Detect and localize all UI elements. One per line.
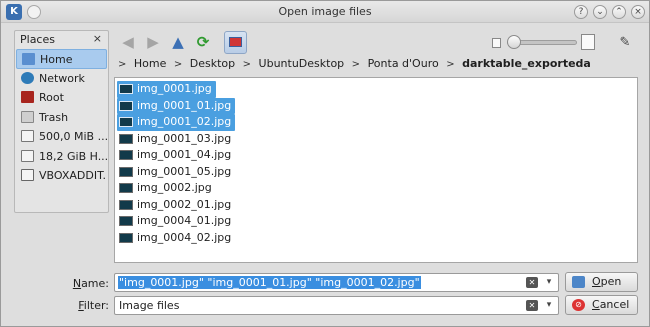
image-thumbnail-icon	[119, 166, 133, 177]
place-vboxadditions[interactable]: VBOXADDIT...	[16, 166, 107, 186]
trash-icon	[21, 110, 34, 123]
up-arrow-icon[interactable]: ▲	[168, 32, 188, 52]
minimize-button[interactable]: ⌄	[593, 5, 607, 19]
image-thumbnail-icon	[119, 133, 133, 144]
preview-toggle-button[interactable]	[224, 31, 247, 54]
back-arrow-icon[interactable]: ◀	[118, 32, 138, 52]
places-header: Places ×	[15, 31, 108, 49]
file-item[interactable]: img_0004_01.jpg	[117, 213, 235, 230]
places-panel: Places × Home Network Root Trash 500,0 M…	[14, 30, 109, 213]
place-drive-18gib[interactable]: 18,2 GiB H...	[16, 147, 107, 167]
chevron-down-icon[interactable]: ▾	[543, 276, 555, 289]
file-item[interactable]: img_0001_05.jpg	[117, 164, 235, 181]
breadcrumb-separator: >	[446, 59, 455, 70]
forward-arrow-icon[interactable]: ▶	[143, 32, 163, 52]
file-item[interactable]: img_0001.jpg	[117, 81, 216, 98]
breadcrumb-separator: >	[173, 59, 183, 70]
preview-icon	[229, 37, 242, 47]
image-thumbnail-icon	[119, 199, 133, 210]
place-drive-500mib[interactable]: 500,0 MiB ...	[16, 127, 107, 147]
options-wrench-icon[interactable]: ✎	[614, 33, 636, 53]
file-item[interactable]: img_0002_01.jpg	[117, 197, 235, 214]
filter-select[interactable]: Image files ✕ ▾	[114, 296, 559, 315]
close-button[interactable]: ×	[631, 5, 645, 19]
file-name: img_0001_04.jpg	[137, 148, 232, 161]
clear-name-icon[interactable]: ✕	[526, 277, 538, 288]
file-name: img_0002.jpg	[137, 181, 212, 194]
breadcrumb-separator: >	[351, 59, 361, 70]
name-label: Name:	[72, 277, 109, 290]
place-label: Network	[39, 71, 85, 85]
zoom-in-icon	[581, 34, 595, 50]
breadcrumb-desktop[interactable]: Desktop	[190, 57, 235, 70]
clear-filter-icon[interactable]: ✕	[526, 300, 538, 311]
chevron-down-icon[interactable]: ▾	[543, 299, 555, 312]
place-label: Root	[39, 91, 64, 104]
image-thumbnail-icon	[119, 183, 133, 193]
zoom-out-icon	[492, 38, 501, 48]
file-name: img_0001.jpg	[137, 82, 212, 95]
cancel-icon: ⊘	[572, 299, 585, 311]
place-label: VBOXADDIT...	[39, 169, 107, 182]
file-item[interactable]: img_0002.jpg	[117, 180, 216, 197]
hard-drive-icon	[21, 130, 34, 142]
zoom-slider[interactable]	[507, 35, 577, 49]
file-name: img_0004_02.jpg	[137, 230, 232, 244]
file-name: img_0001_03.jpg	[137, 131, 232, 145]
place-label: 500,0 MiB ...	[39, 130, 107, 143]
open-button[interactable]: Open	[565, 272, 638, 292]
hard-drive-icon	[21, 149, 34, 162]
breadcrumb-home[interactable]: Home	[134, 57, 166, 70]
place-network[interactable]: Network	[16, 69, 107, 89]
breadcrumb-ubuntudesktop[interactable]: UbuntuDesktop	[259, 57, 345, 70]
maximize-button[interactable]: ⌃	[612, 5, 626, 19]
file-name: img_0004_01.jpg	[137, 214, 232, 227]
file-name: img_0001_01.jpg	[137, 98, 232, 112]
image-thumbnail-icon	[119, 150, 133, 160]
file-name: img_0001_02.jpg	[137, 115, 232, 128]
place-label: Home	[40, 53, 73, 66]
place-root[interactable]: Root	[16, 88, 107, 108]
root-folder-icon	[21, 91, 34, 103]
cancel-button[interactable]: ⊘ Cancel	[565, 295, 638, 315]
filter-label: Filter:	[78, 299, 109, 312]
image-thumbnail-icon	[119, 84, 133, 94]
name-field-value: "img_0001.jpg" "img_0001_01.jpg" "img_00…	[118, 276, 421, 289]
file-name: img_0002_01.jpg	[137, 197, 232, 211]
image-thumbnail-icon	[119, 232, 133, 243]
filter-select-value: Image files	[119, 299, 180, 312]
place-label: Trash	[39, 110, 69, 124]
breadcrumb-ponta-douro[interactable]: Ponta d'Ouro	[368, 57, 439, 70]
breadcrumb-current[interactable]: darktable_exporteda	[462, 57, 591, 70]
place-home[interactable]: Home	[16, 49, 107, 69]
window-title: Open image files	[278, 5, 372, 18]
breadcrumb-separator: >	[242, 59, 252, 70]
help-button[interactable]: ?	[574, 5, 588, 19]
home-folder-icon	[22, 53, 35, 65]
reload-icon[interactable]: ⟳	[193, 32, 213, 52]
file-item[interactable]: img_0001_04.jpg	[117, 147, 235, 164]
image-thumbnail-icon	[119, 100, 133, 111]
file-name: img_0001_05.jpg	[137, 164, 232, 178]
zoom-slider-handle[interactable]	[507, 35, 521, 49]
place-label: 18,2 GiB H...	[39, 149, 107, 163]
image-thumbnail-icon	[119, 117, 133, 127]
cdrom-icon	[21, 169, 34, 181]
file-list[interactable]: img_0001.jpg img_0001_01.jpg img_0001_02…	[114, 77, 638, 263]
title-bar: K Open image files ? ⌄ ⌃ ×	[1, 1, 649, 23]
image-thumbnail-icon	[119, 216, 133, 226]
network-icon	[21, 71, 34, 84]
place-trash[interactable]: Trash	[16, 108, 107, 128]
open-file-icon	[572, 276, 585, 288]
places-close-icon[interactable]: ×	[93, 32, 102, 45]
open-image-files-dialog: K Open image files ? ⌄ ⌃ × Places × Home…	[0, 0, 650, 327]
file-item[interactable]: img_0004_02.jpg	[117, 230, 235, 247]
breadcrumb: > Home > Desktop > UbuntuDesktop > Ponta…	[118, 57, 595, 73]
file-item[interactable]: img_0001_02.jpg	[117, 114, 236, 131]
places-title: Places	[20, 33, 55, 46]
file-item[interactable]: img_0001_01.jpg	[117, 97, 236, 114]
breadcrumb-separator: >	[118, 59, 127, 70]
file-item[interactable]: img_0001_03.jpg	[117, 131, 235, 148]
name-field[interactable]: "img_0001.jpg" "img_0001_01.jpg" "img_00…	[114, 273, 559, 292]
